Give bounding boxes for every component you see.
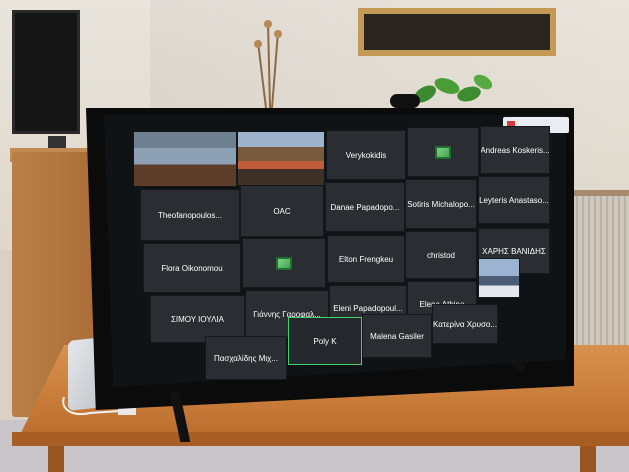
participant-name: Danae Papadopo...	[330, 202, 400, 212]
table-leg	[48, 446, 64, 472]
participant-tile[interactable]: Κατερίνα Χρυσο...	[432, 304, 498, 344]
participant-tile[interactable]: christod	[405, 231, 477, 279]
participant-tile[interactable]: Malena Gasiler	[362, 314, 432, 358]
table-leg	[580, 446, 596, 472]
dried-flowers	[254, 20, 282, 108]
participant-name: christod	[426, 250, 455, 260]
monitor	[12, 10, 80, 134]
participant-name: Leyteris Anastaso...	[479, 195, 549, 205]
participant-name: OAC	[273, 206, 291, 216]
participant-name: Verykokidis	[345, 150, 387, 160]
participant-tile[interactable]: Πασχαλίδης Μιχ...	[205, 336, 287, 380]
participant-name: Πασχαλίδης Μιχ...	[213, 353, 278, 363]
participant-tile[interactable]: Verykokidis	[326, 130, 406, 180]
photo-scene: Verykokidis Andreas Koskeris... Theofano…	[0, 0, 629, 472]
participant-name: Theofanopoulos...	[157, 210, 223, 220]
participant-tile[interactable]: Sotiris Michalopo...	[405, 179, 477, 229]
participant-tile[interactable]: Leyteris Anastaso...	[478, 176, 550, 224]
participant-tile[interactable]: Danae Papadopo...	[325, 182, 405, 232]
participant-tile[interactable]: OAC	[240, 185, 324, 237]
participant-name: ΣΙΜΟΥ ΙΟΥΛΙΑ	[170, 314, 225, 324]
participant-name: Sotiris Michalopo...	[407, 199, 475, 209]
participant-tile-photo[interactable]	[478, 258, 520, 298]
participant-tile-video[interactable]	[133, 131, 237, 187]
participant-name: Poly K	[313, 336, 337, 346]
participant-tile[interactable]: Theofanopoulos...	[140, 189, 240, 241]
participant-tile[interactable]: Andreas Koskeris...	[480, 126, 550, 174]
app-icon	[435, 145, 451, 159]
participant-name: ΧΑΡΗΣ ΒΑΝΙΔΗΣ	[482, 246, 546, 256]
app-icon	[276, 256, 292, 270]
table-edge	[12, 432, 629, 446]
participant-name: Eleni Papadopoul...	[333, 304, 403, 313]
webcam	[390, 94, 420, 108]
participant-name: Andreas Koskeris...	[480, 145, 550, 155]
participant-name: Elton Frengkeu	[338, 254, 394, 264]
participant-tile[interactable]	[242, 238, 326, 288]
participant-name: Flora Oikonomou	[161, 263, 223, 273]
participant-tile[interactable]: Elton Frengkeu	[327, 235, 405, 283]
participant-tile[interactable]: Flora Oikonomou	[143, 243, 241, 293]
participant-tile[interactable]	[407, 127, 479, 177]
picture-frame	[358, 8, 556, 56]
participant-tile-video[interactable]	[237, 131, 325, 186]
participant-name: Malena Gasiler	[370, 331, 424, 341]
participant-name: Κατερίνα Χρυσο...	[432, 319, 498, 329]
participant-tile-active[interactable]: Poly K	[288, 317, 362, 365]
